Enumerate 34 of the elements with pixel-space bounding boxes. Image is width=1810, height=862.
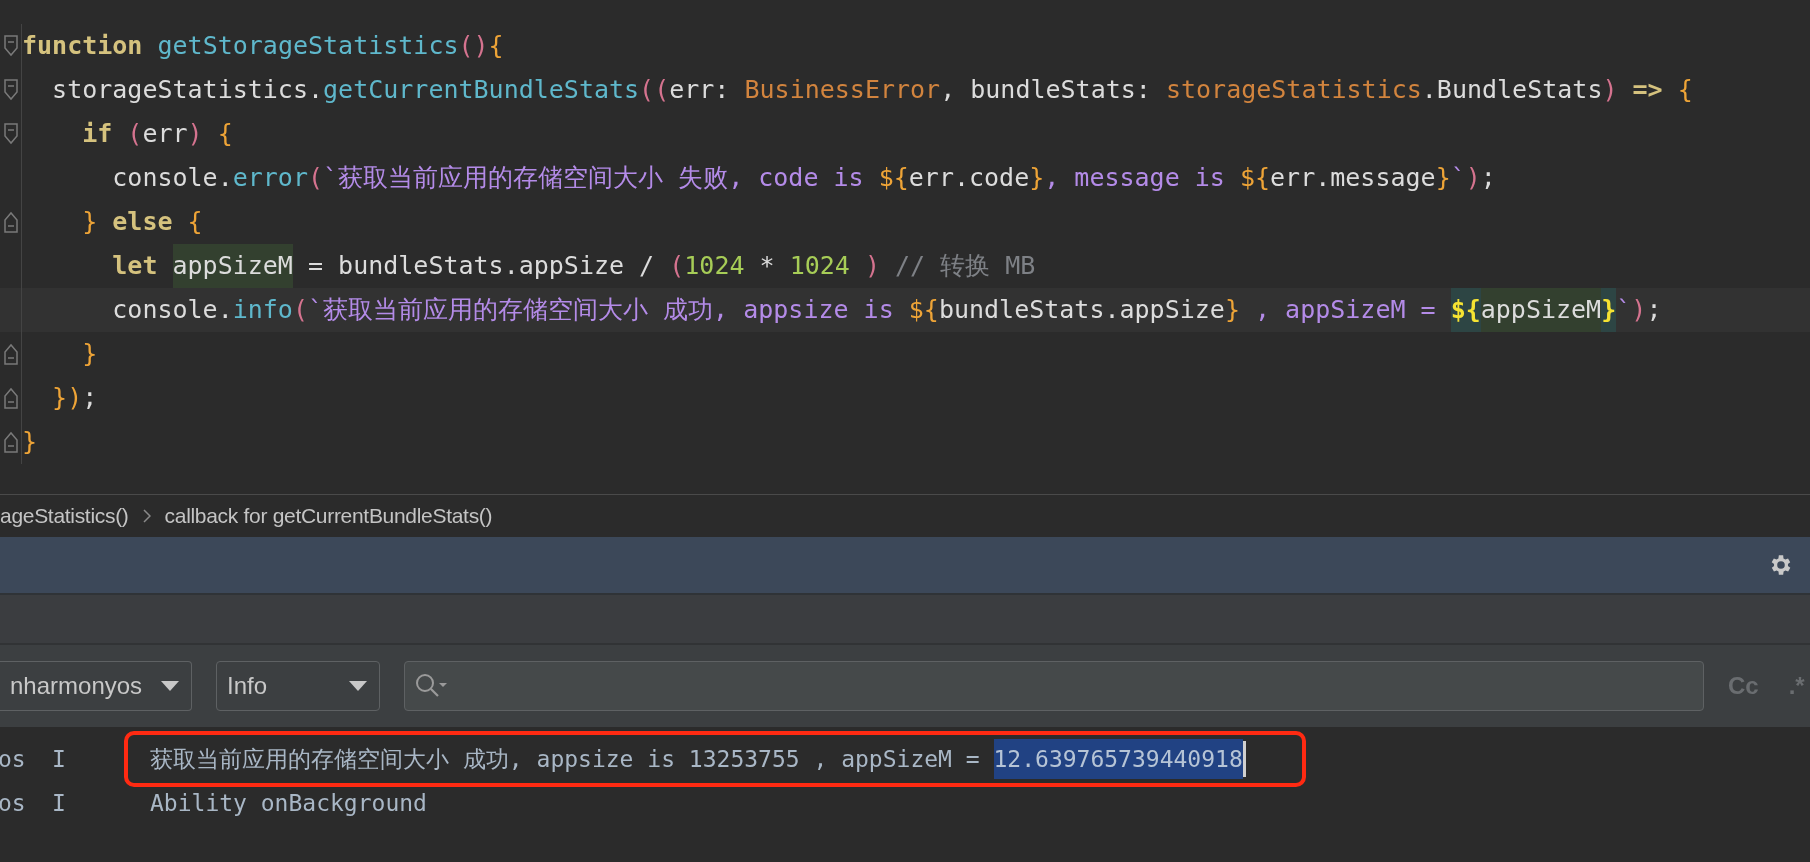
fold-icon[interactable] [3,123,18,145]
chevron-icon [142,509,151,523]
fold-icon[interactable] [3,343,18,365]
code-line: storageStatistics.getCurrentBundleStats((err: BusinessError, bundleStats: storageStatistics.BundleStats) => { [51,74,1693,106]
search-field[interactable] [404,661,1704,711]
code-line: } [81,338,98,370]
search-icon [415,673,449,699]
selected-text: 12.639765739440918 [993,739,1243,779]
log-tag: os [0,790,48,816]
log-level: I [51,746,67,772]
fold-icon[interactable] [3,431,18,453]
breadcrumb-item[interactable]: ageStatistics() [0,504,129,528]
text-cursor [1242,741,1246,777]
level-dropdown[interactable]: Info [216,661,380,711]
fold-icon[interactable] [3,387,18,409]
code-line: function getStorageStatistics(){ [22,30,504,62]
code-line: console.error(`获取当前应用的存储空间大小 失败, code is ${err.code}, message is ${err.message}`); [111,162,1496,194]
breadcrumb-item[interactable]: callback for getCurrentBundleStats() [164,504,493,528]
code-line: } else { [81,206,203,238]
fold-icon[interactable] [3,79,18,101]
dropdown-caret-icon [161,681,179,691]
dropdown-caret-icon [349,681,367,691]
log-message: Ability onBackground [150,790,427,816]
process-dropdown[interactable]: nharmonyos [0,661,192,711]
code-line: let appSizeM = bundleStats.appSize / (1024 * 1024 ) // 转换 MB [22,244,1036,288]
code-line: }); [51,382,98,414]
code-line: if (err) { [81,118,233,150]
code-line: } [22,426,38,458]
log-level: I [51,790,67,816]
fold-icon[interactable] [3,35,18,57]
code-line: console.info(`获取当前应用的存储空间大小 成功, appsize is ${bundleStats.appSize} , appSizeM = ${appSizeM}`); [22,288,1662,332]
log-tag: os [0,746,48,772]
fold-icon[interactable] [3,211,18,233]
log-message: 获取当前应用的存储空间大小 成功, appsize is 13253755 , appSizeM = [150,744,981,774]
